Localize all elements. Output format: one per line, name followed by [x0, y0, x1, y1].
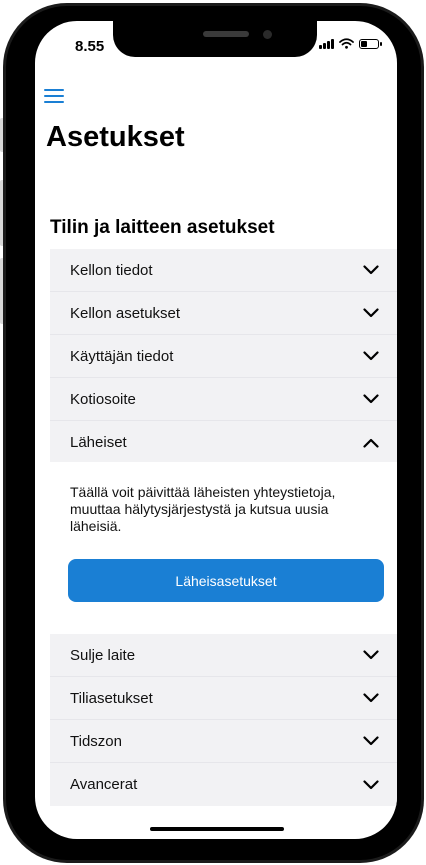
accordion-item-label: Kotiosoite	[70, 390, 136, 408]
hamburger-menu-icon[interactable]	[44, 89, 64, 103]
chevron-down-icon	[363, 736, 379, 746]
accordion-item-tiliasetukset[interactable]: Tiliasetukset	[50, 677, 397, 720]
accordion-item-laheiset[interactable]: Läheiset	[50, 421, 397, 464]
phone-screen: 8.55 Asetukset Tilin ja laitteen asetuks…	[35, 21, 397, 839]
settings-accordion-top: Kellon tiedot Kellon asetukset Käyttäjän…	[50, 249, 397, 464]
chevron-down-icon	[363, 351, 379, 361]
accordion-item-label: Kellon asetukset	[70, 304, 181, 322]
chevron-up-icon	[363, 438, 379, 448]
page-title: Asetukset	[46, 121, 185, 153]
chevron-down-icon	[363, 650, 379, 660]
chevron-down-icon	[363, 693, 379, 703]
accordion-item-kotiosoite[interactable]: Kotiosoite	[50, 378, 397, 421]
accordion-item-label: Läheiset	[70, 434, 127, 451]
accordion-item-sulje-laite[interactable]: Sulje laite	[50, 634, 397, 677]
accordion-item-kellon-asetukset[interactable]: Kellon asetukset	[50, 292, 397, 335]
chevron-down-icon	[363, 308, 379, 318]
chevron-down-icon	[363, 265, 379, 275]
accordion-item-label: Sulje laite	[70, 646, 136, 664]
battery-icon	[359, 38, 382, 49]
accordion-item-avancerat[interactable]: Avancerat	[50, 763, 397, 806]
accordion-item-kellon-tiedot[interactable]: Kellon tiedot	[50, 249, 397, 292]
signal-icon	[319, 38, 334, 49]
chevron-down-icon	[363, 779, 379, 789]
status-icons	[319, 38, 382, 49]
accordion-item-label: Käyttäjän tiedot	[70, 347, 174, 365]
accordion-item-tidszon[interactable]: Tidszon	[50, 720, 397, 763]
wifi-icon	[339, 38, 354, 49]
home-indicator[interactable]	[150, 827, 284, 831]
section-title: Tilin ja laitteen asetukset	[50, 217, 275, 238]
laheisasetukset-button[interactable]: Läheisasetukset	[68, 559, 384, 602]
chevron-down-icon	[363, 394, 379, 404]
laheiset-expanded-panel: Täällä voit päivittää läheisten yhteysti…	[50, 462, 397, 634]
front-camera	[263, 30, 272, 39]
speaker-grille	[203, 31, 249, 37]
accordion-item-kayttajan-tiedot[interactable]: Käyttäjän tiedot	[50, 335, 397, 378]
accordion-item-label: Tiliasetukset	[70, 689, 153, 707]
panel-description: Täällä voit päivittää läheisten yhteysti…	[70, 484, 336, 534]
settings-accordion-bottom: Sulje laite Tiliasetukset Tidszon Avance…	[50, 634, 397, 806]
accordion-item-label: Avancerat	[70, 776, 138, 793]
status-time: 8.55	[75, 38, 105, 55]
accordion-item-label: Kellon tiedot	[70, 261, 153, 279]
notch	[113, 21, 317, 57]
accordion-item-label: Tidszon	[70, 732, 122, 750]
